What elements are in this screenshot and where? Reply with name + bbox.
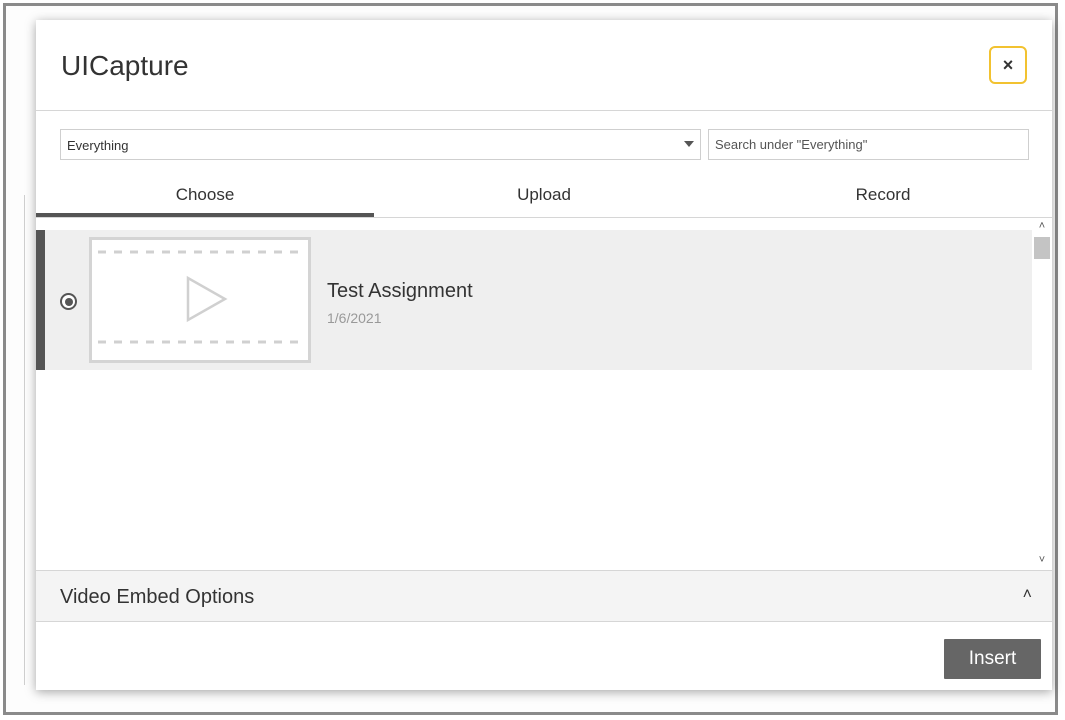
- search-input[interactable]: [708, 129, 1029, 160]
- dropdown-arrow-icon: [684, 141, 694, 147]
- video-embed-options-toggle[interactable]: Video Embed Options ˄: [36, 570, 1052, 622]
- insert-button[interactable]: Insert: [944, 639, 1041, 679]
- close-button[interactable]: ×: [989, 46, 1027, 84]
- embed-options-label: Video Embed Options: [60, 586, 255, 608]
- list-item[interactable]: Test Assignment 1/6/2021: [36, 230, 1032, 370]
- scroll-thumb[interactable]: [1034, 237, 1050, 259]
- filter-select-value: Everything: [67, 138, 129, 153]
- scroll-down-icon[interactable]: ˅: [1037, 555, 1047, 566]
- media-list: Test Assignment 1/6/2021 ˄ ˅: [36, 218, 1052, 570]
- uicapture-dialog: UICapture × Everything Choose Upload Rec…: [36, 20, 1052, 690]
- chevron-up-icon: ˄: [1022, 586, 1032, 603]
- tab-record[interactable]: Record: [714, 175, 1052, 217]
- tab-upload[interactable]: Upload: [375, 175, 713, 217]
- selected-marker: [36, 230, 45, 370]
- tab-bar: Choose Upload Record: [36, 175, 1052, 218]
- list-scrollbar[interactable]: ˄ ˅: [1032, 218, 1052, 570]
- radio-dot: [64, 297, 73, 306]
- background-divider: [24, 195, 29, 685]
- filter-select[interactable]: Everything: [60, 129, 701, 160]
- scroll-up-icon[interactable]: ˄: [1037, 221, 1047, 232]
- item-radio[interactable]: [60, 293, 77, 310]
- item-title: Test Assignment: [327, 280, 473, 302]
- dialog-header: UICapture ×: [36, 20, 1052, 111]
- tab-choose[interactable]: Choose: [36, 175, 374, 217]
- dialog-title: UICapture: [61, 50, 189, 81]
- video-thumbnail: [89, 237, 311, 363]
- item-date: 1/6/2021: [327, 310, 382, 326]
- video-play-icon: [98, 250, 302, 344]
